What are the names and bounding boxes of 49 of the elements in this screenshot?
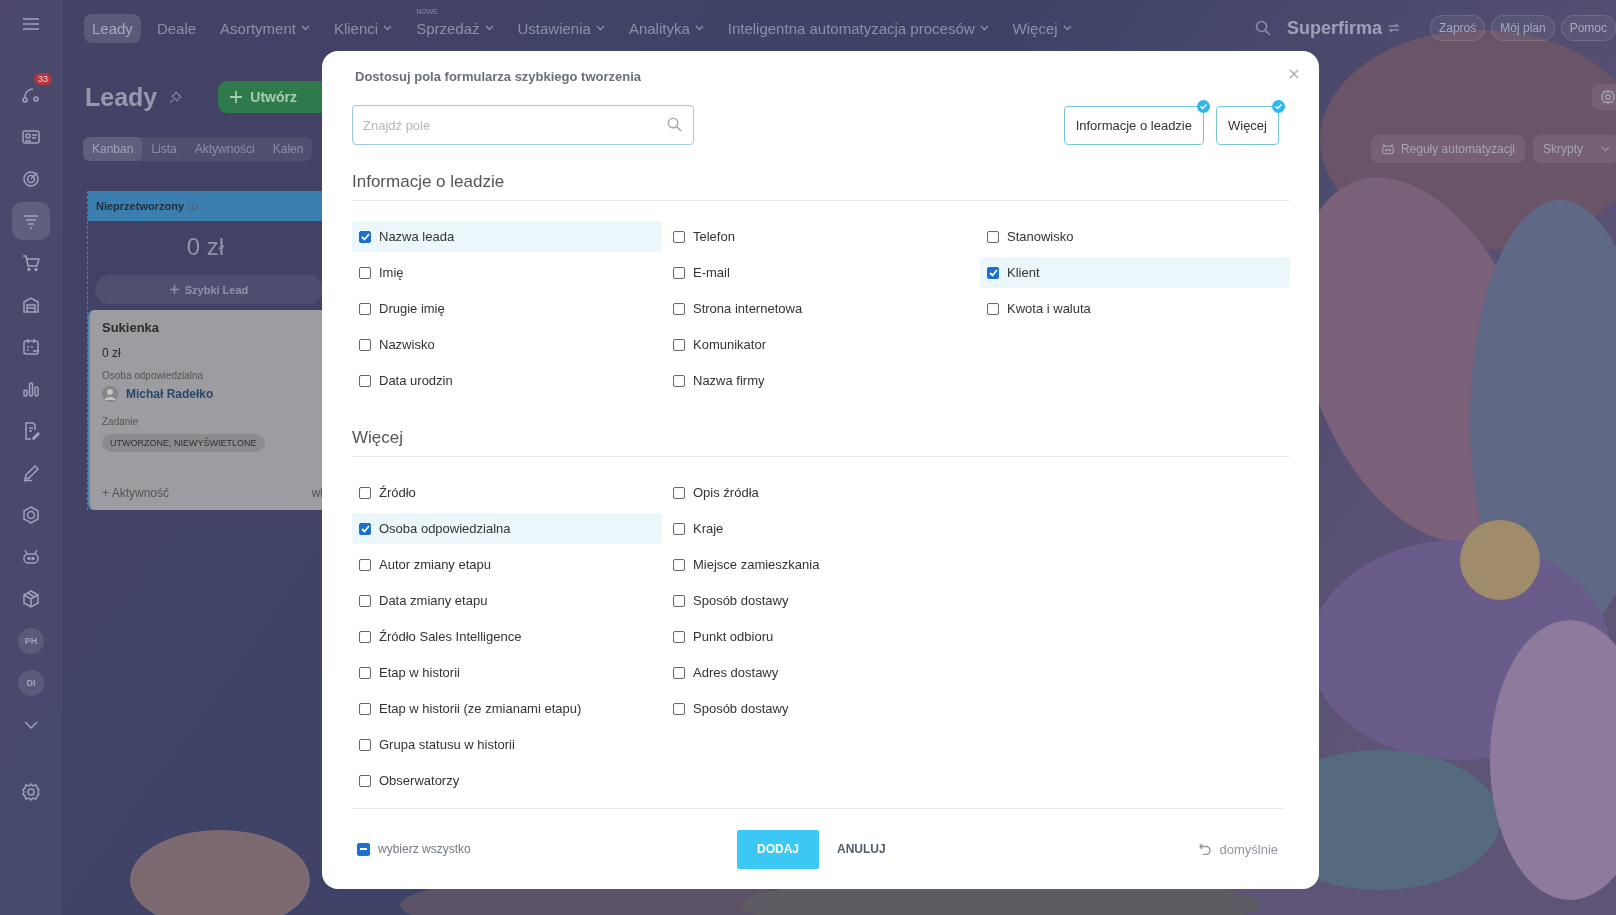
page-title: Leady: [85, 82, 158, 112]
section-title: Informacje o leadzie: [352, 172, 1289, 201]
field-option[interactable]: Punkt odbioru: [666, 621, 976, 652]
field-option[interactable]: Komunikator: [666, 329, 976, 360]
cancel-button[interactable]: ANULUJ: [831, 841, 892, 857]
field-option[interactable]: Strona internetowa: [666, 293, 976, 324]
field-option[interactable]: Nazwisko: [352, 329, 662, 360]
field-option[interactable]: Data urodzin: [352, 365, 662, 396]
section-title: Więcej: [352, 428, 1289, 457]
field-option[interactable]: Miejsce zamieszkania: [666, 549, 976, 580]
field-option[interactable]: Klient: [980, 257, 1290, 288]
search-field[interactable]: Znajdź pole: [352, 105, 694, 145]
field-option[interactable]: Kraje: [666, 513, 976, 544]
field-option[interactable]: Stanowisko: [980, 221, 1290, 252]
field-option[interactable]: Autor zmiany etapu: [352, 549, 662, 580]
field-option[interactable]: Data zmiany etapu: [352, 585, 662, 616]
avatar: PH: [18, 628, 44, 654]
card-amount: 0 zł: [102, 346, 121, 360]
field-option[interactable]: Imię: [352, 257, 662, 288]
field-option[interactable]: Źródło Sales Intelligence: [352, 621, 662, 652]
stage-name: Nieprzetworzony: [96, 200, 184, 212]
stage-count: (1): [187, 201, 198, 211]
field-label: Osoba odpowiedzialna: [102, 370, 204, 381]
stage-total: 0 zł: [185, 233, 226, 261]
field-option[interactable]: Źródło: [352, 477, 662, 508]
field-option[interactable]: Osoba odpowiedzialna: [352, 513, 662, 544]
field-option[interactable]: Obserwatorzy: [352, 765, 662, 796]
field-option[interactable]: E-mail: [666, 257, 976, 288]
filter-chip[interactable]: Informacje o leadzie: [1063, 105, 1204, 145]
field-option[interactable]: Nazwa firmy: [666, 365, 976, 396]
field-option[interactable]: Drugie imię: [352, 293, 662, 324]
field-option[interactable]: Telefon: [666, 221, 976, 252]
select-all-option[interactable]: wybierz wszystko: [352, 841, 477, 857]
field-option[interactable]: Kwota i waluta: [980, 293, 1290, 324]
avatar: DI: [18, 670, 44, 696]
field-label: Zadanie: [102, 416, 139, 427]
field-option[interactable]: Etap w historii (ze zmianami etapu): [352, 693, 662, 724]
card-title: Sukienka: [102, 320, 160, 335]
status-tag: UTWORZONE, NIEWYŚWIETLONE: [102, 434, 265, 452]
field-option[interactable]: Grupa statusu w historii: [352, 729, 662, 760]
field-option[interactable]: Opis źródła: [666, 477, 976, 508]
field-option[interactable]: Adres dostawy: [666, 657, 976, 688]
field-option[interactable]: Nazwa leada: [352, 221, 662, 252]
field-option[interactable]: Etap w historii: [352, 657, 662, 688]
filter-chip[interactable]: Więcej: [1216, 105, 1279, 145]
dialog-title: Dostosuj pola formularza szybkiego tworzenia: [355, 69, 643, 84]
field-option[interactable]: Sposób dostawy: [666, 693, 976, 724]
field-option[interactable]: Sposób dostawy: [666, 585, 976, 616]
card-text: wł: [311, 486, 323, 500]
